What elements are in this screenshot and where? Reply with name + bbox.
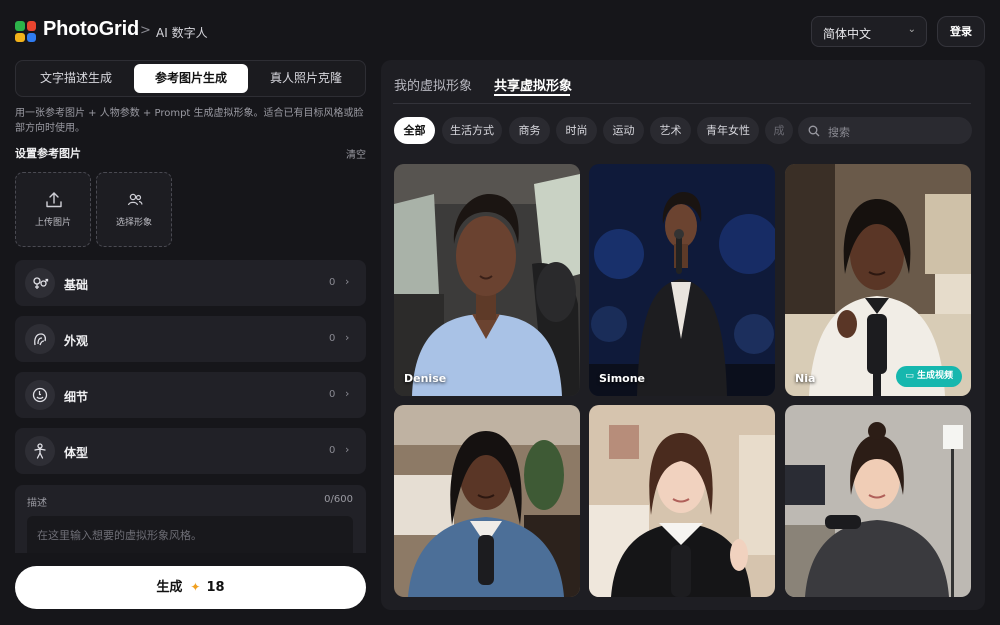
credit-spark-icon: ✦ [190, 580, 201, 594]
clear-button[interactable]: 清空 [346, 146, 366, 161]
param-row-label: 外观 [64, 334, 89, 348]
hair-icon [25, 324, 55, 354]
avatar-card[interactable] [785, 405, 971, 597]
generate-cost: 18 [206, 580, 225, 595]
people-icon [127, 193, 143, 206]
param-row-body[interactable]: 体型 0 › [15, 428, 366, 474]
avatar-thumbnail [589, 405, 775, 597]
param-row-count: 0 [329, 333, 336, 344]
search-placeholder: 搜索 [828, 126, 850, 139]
prompt-section: 描述 0/600 在这里输入想要的虚拟形象风格。 [15, 485, 366, 553]
generate-button[interactable]: 生成 ✦ 18 [15, 566, 366, 609]
photogrid-logo-icon[interactable] [15, 21, 36, 42]
tab-shared-avatars[interactable]: 共享虚拟形象 [494, 75, 572, 94]
param-row-count: 0 [329, 445, 336, 456]
chevron-right-icon: › [345, 331, 350, 344]
tab-photo-clone[interactable]: 真人照片克隆 [249, 64, 363, 93]
param-row-count: 0 [329, 389, 336, 400]
filter-chip-art[interactable]: 艺术 [650, 117, 691, 144]
tab-reference-image[interactable]: 参考图片生成 [134, 64, 248, 93]
avatar-thumbnail [394, 164, 580, 396]
filter-chip-sports[interactable]: 运动 [603, 117, 644, 144]
avatar-thumbnail [394, 405, 580, 597]
chevron-right-icon: › [345, 443, 350, 456]
generate-label: 生成 [156, 580, 183, 595]
divider [393, 103, 971, 104]
breadcrumb-separator: > [140, 23, 151, 38]
avatar-card[interactable]: Simone [589, 164, 775, 396]
filter-chip-more[interactable]: 成 [765, 117, 793, 144]
app-header: PhotoGrid > AI 数字人 简体中文 ⌄ 登录 [0, 0, 1000, 62]
chevron-right-icon: › [345, 387, 350, 400]
brand-name[interactable]: PhotoGrid [43, 18, 139, 41]
search-icon [808, 125, 820, 137]
filter-chip-all[interactable]: 全部 [394, 117, 435, 144]
mode-description: 用一张参考图片 + 人物参数 + Prompt 生成虚拟形象。适合已有目标风格或… [15, 108, 364, 134]
select-avatar-button[interactable]: 选择形象 [96, 172, 172, 247]
tab-text-generation[interactable]: 文字描述生成 [19, 64, 133, 93]
avatar-card[interactable]: Denise [394, 164, 580, 396]
chevron-right-icon: › [345, 275, 350, 288]
login-button[interactable]: 登录 [937, 16, 985, 47]
filter-chip-fashion[interactable]: 时尚 [556, 117, 597, 144]
avatar-card[interactable]: Nia ▭ 生成视频 [785, 164, 971, 396]
select-avatar-label: 选择形象 [115, 218, 152, 228]
param-row-basic[interactable]: 基础 0 › [15, 260, 366, 306]
reference-section-title: 设置参考图片 [15, 147, 81, 160]
param-row-label: 基础 [64, 278, 89, 292]
generate-video-badge[interactable]: ▭ 生成视频 [896, 366, 962, 387]
prompt-textarea[interactable]: 在这里输入想要的虚拟形象风格。 [27, 516, 353, 553]
avatar-thumbnail [785, 164, 971, 396]
upload-image-button[interactable]: 上传图片 [15, 172, 91, 247]
filter-chip-lifestyle[interactable]: 生活方式 [442, 117, 502, 144]
avatar-card[interactable] [394, 405, 580, 597]
gender-icon [25, 268, 55, 298]
avatar-gallery-panel: 我的虚拟形象 共享虚拟形象 全部 生活方式 商务 时尚 运动 艺术 青年女性 成… [381, 60, 985, 610]
chevron-down-icon: ⌄ [907, 24, 916, 35]
avatar-thumbnail [785, 405, 971, 597]
filter-chip-young-women[interactable]: 青年女性 [697, 117, 759, 144]
upload-image-label: 上传图片 [34, 218, 71, 228]
param-row-label: 细节 [64, 390, 89, 404]
generation-mode-tabs: 文字描述生成 参考图片生成 真人照片克隆 [15, 60, 366, 97]
language-label: 简体中文 [823, 27, 872, 41]
avatar-name: Simone [599, 372, 646, 385]
avatar-name: Nia [795, 372, 816, 385]
video-camera-icon: ▭ [905, 371, 917, 381]
prompt-counter: 0/600 [324, 494, 353, 505]
avatar-thumbnail [589, 164, 775, 396]
avatar-card[interactable] [589, 405, 775, 597]
search-input[interactable]: 搜索 [798, 117, 972, 144]
filter-chip-business[interactable]: 商务 [509, 117, 550, 144]
param-row-appearance[interactable]: 外观 0 › [15, 316, 366, 362]
param-row-details[interactable]: 细节 0 › [15, 372, 366, 418]
badge-label: 生成视频 [916, 371, 953, 381]
upload-icon [46, 192, 62, 208]
tab-my-avatars[interactable]: 我的虚拟形象 [394, 75, 472, 94]
face-icon [25, 380, 55, 410]
avatar-name: Denise [404, 372, 447, 385]
body-icon [25, 436, 55, 466]
breadcrumb-current: AI 数字人 [156, 26, 208, 40]
language-select[interactable]: 简体中文 ⌄ [811, 16, 927, 47]
param-row-count: 0 [329, 277, 336, 288]
prompt-label: 描述 [27, 498, 47, 509]
param-row-label: 体型 [64, 446, 89, 460]
active-tab-indicator [494, 94, 570, 96]
